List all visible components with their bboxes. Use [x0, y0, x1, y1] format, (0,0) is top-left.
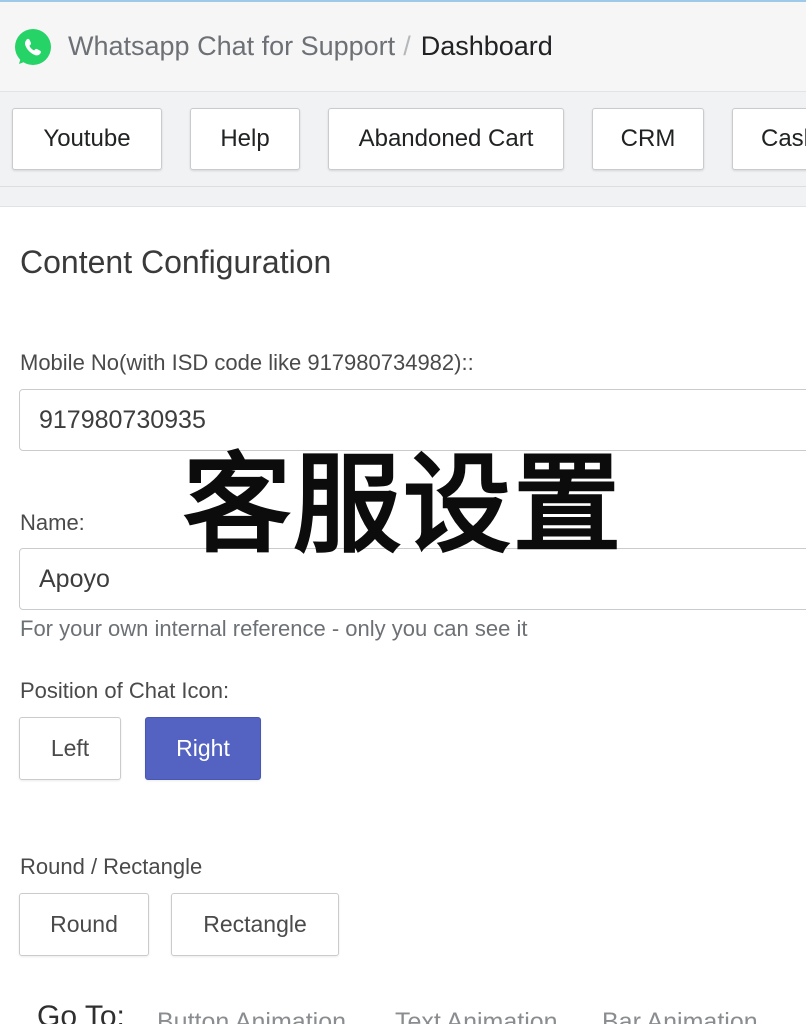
whatsapp-logo-icon [15, 29, 51, 65]
breadcrumb-current-page: Dashboard [420, 31, 553, 61]
goto-text-animation-link[interactable]: Text Animation [395, 1008, 558, 1024]
goto-bar-animation-link[interactable]: Bar Animation [602, 1008, 758, 1024]
breadcrumb-app-link[interactable]: Whatsapp Chat for Support [68, 31, 395, 61]
section-title: Content Configuration [20, 244, 332, 280]
goto-button-animation-link[interactable]: Button Animation [157, 1008, 346, 1024]
breadcrumb-separator: / [403, 31, 411, 61]
abandoned-cart-button[interactable]: Abandoned Cart [328, 108, 564, 170]
youtube-button[interactable]: Youtube [12, 108, 162, 170]
shape-label: Round / Rectangle [20, 854, 203, 879]
position-label: Position of Chat Icon: [20, 678, 230, 703]
position-right-button[interactable]: Right [145, 717, 261, 780]
cash-button[interactable]: Cash [732, 108, 806, 170]
position-left-button[interactable]: Left [19, 717, 121, 780]
mobile-label: Mobile No(with ISD code like 91798073498… [20, 350, 474, 375]
breadcrumb: Whatsapp Chat for Support / Dashboard [68, 31, 553, 62]
nav-button-bar: Youtube Help Abandoned Cart CRM Cash [0, 92, 806, 207]
app-header: Whatsapp Chat for Support / Dashboard [0, 0, 806, 92]
help-button[interactable]: Help [190, 108, 300, 170]
crm-button[interactable]: CRM [592, 108, 704, 170]
name-help-text: For your own internal reference - only y… [20, 616, 528, 641]
app-page: Whatsapp Chat for Support / Dashboard Yout… [0, 0, 806, 1024]
nav-divider [0, 186, 806, 187]
goto-label: Go To: [37, 1000, 125, 1024]
round-button[interactable]: Round [19, 893, 149, 956]
overlay-caption: 客服设置 [182, 442, 623, 568]
rectangle-button[interactable]: Rectangle [171, 893, 339, 956]
